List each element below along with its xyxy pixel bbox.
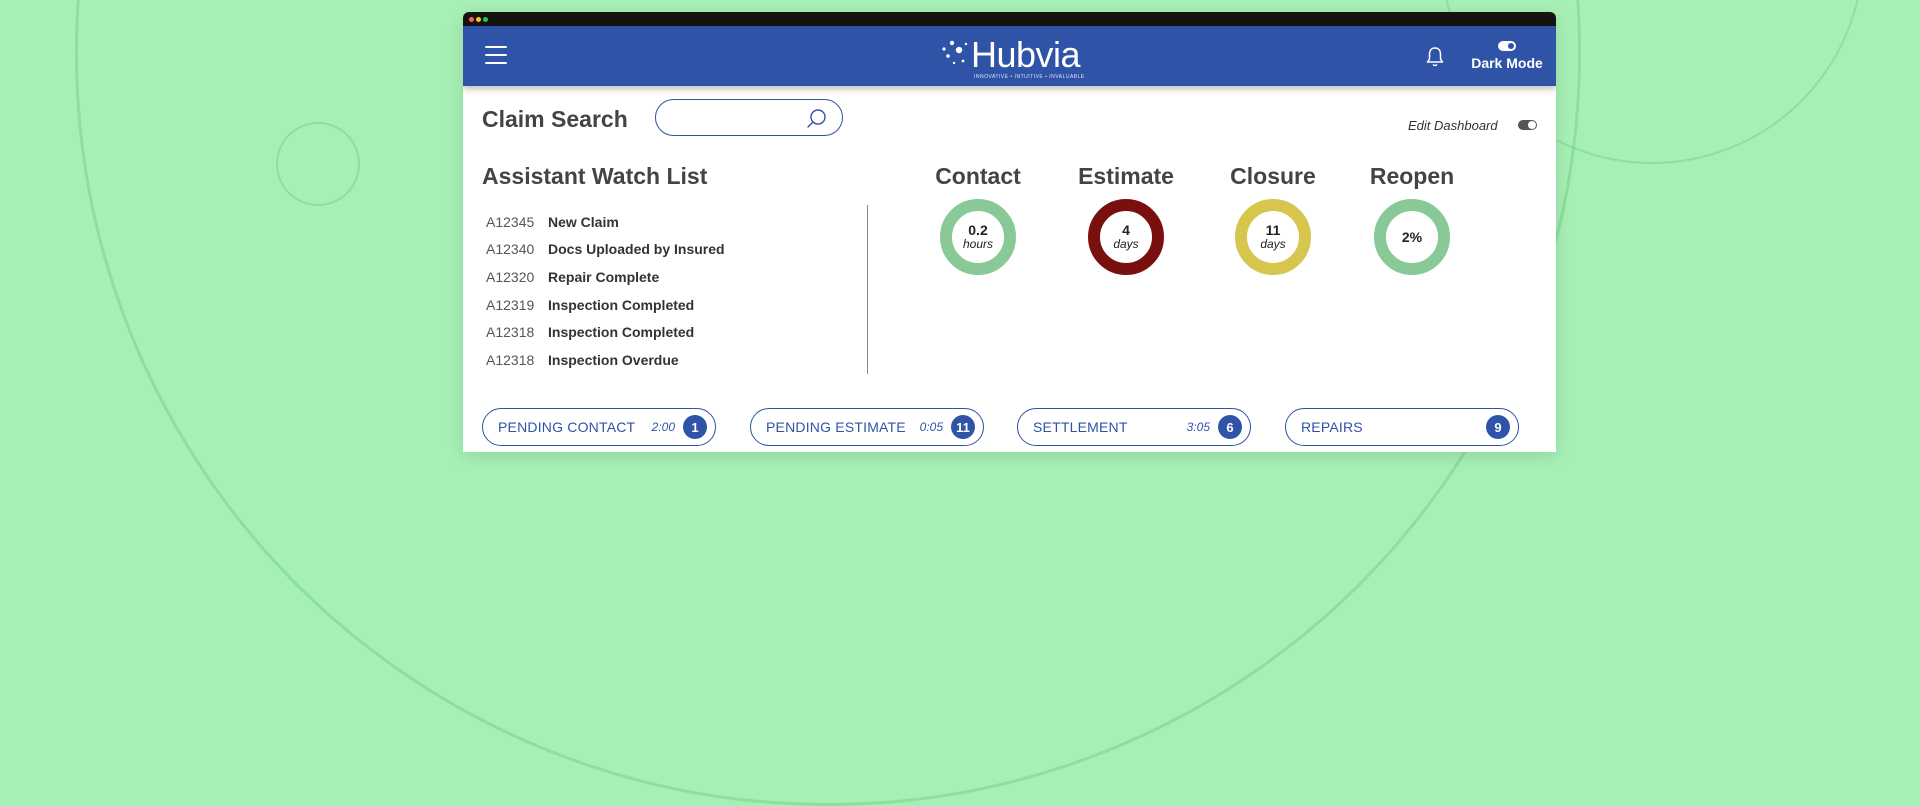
logo-tagline: INNOVATIVE • INTUITIVE • INVALUABLE <box>974 74 1085 80</box>
watch-list-item[interactable]: A12319 Inspection Completed <box>486 291 786 319</box>
watch-list: A12345 New Claim A12340 Docs Uploaded by… <box>486 208 786 374</box>
queue-label: SETTLEMENT <box>1033 419 1128 435</box>
dark-mode-toggle[interactable]: Dark Mode <box>1467 41 1547 71</box>
queue-count-badge: 6 <box>1218 415 1242 439</box>
metric-title: Reopen <box>1369 163 1455 189</box>
app-window: Hubvia INNOVATIVE • INTUITIVE • INVALUAB… <box>463 12 1556 452</box>
claim-status: Docs Uploaded by Insured <box>548 241 725 258</box>
metric-unit: days <box>1260 237 1286 252</box>
queue-time: 0:05 <box>919 420 943 434</box>
metric-closure: Closure 11 days <box>1208 163 1338 275</box>
claim-status: Inspection Completed <box>548 324 695 341</box>
hamburger-icon[interactable] <box>485 46 507 64</box>
claim-search-title: Claim Search <box>482 106 628 132</box>
watch-list-item[interactable]: A12320 Repair Complete <box>486 263 786 291</box>
metric-ring[interactable]: 4 days <box>1088 199 1164 275</box>
queue-pending-estimate[interactable]: PENDING ESTIMATE 0:05 11 <box>750 408 984 446</box>
metric-reopen: Reopen 2% <box>1347 163 1477 275</box>
edit-dashboard-label: Edit Dashboard <box>1408 118 1498 133</box>
watch-list-title: Assistant Watch List <box>482 163 708 189</box>
logo-wordmark: Hubvia <box>971 34 1081 75</box>
claim-status: Inspection Overdue <box>548 351 679 368</box>
background-circle <box>276 122 360 206</box>
claim-id: A12320 <box>486 268 535 285</box>
metric-title: Estimate <box>1078 163 1174 189</box>
metric-value: 0.2 <box>968 222 988 239</box>
queue-time: 2:00 <box>651 420 675 434</box>
dark-mode-switch[interactable] <box>1498 41 1516 51</box>
queue-count-badge: 9 <box>1486 415 1510 439</box>
edit-dashboard-toggle[interactable] <box>1518 120 1537 130</box>
metric-ring[interactable]: 0.2 hours <box>940 199 1016 275</box>
watch-list-item[interactable]: A12318 Inspection Overdue <box>486 346 786 374</box>
window-titlebar <box>463 12 1556 26</box>
close-window-dot[interactable] <box>469 17 474 22</box>
watch-list-item[interactable]: A12345 New Claim <box>486 208 786 236</box>
queue-time: 3:05 <box>1186 420 1210 434</box>
claim-search-input[interactable] <box>655 99 843 136</box>
claim-id: A12318 <box>486 351 535 368</box>
metric-title: Contact <box>935 163 1021 189</box>
claim-status: Repair Complete <box>548 268 660 285</box>
queue-settlement[interactable]: SETTLEMENT 3:05 6 <box>1017 408 1251 446</box>
claim-id: A12345 <box>486 213 535 230</box>
queue-label: PENDING ESTIMATE <box>766 419 906 435</box>
app-header: Hubvia INNOVATIVE • INTUITIVE • INVALUAB… <box>463 26 1556 86</box>
watch-list-item[interactable]: A12340 Docs Uploaded by Insured <box>486 236 786 264</box>
claim-status: Inspection Completed <box>548 296 695 313</box>
metric-value: 2% <box>1401 228 1423 245</box>
metric-unit: hours <box>962 237 994 252</box>
hubvia-logo: Hubvia INNOVATIVE • INTUITIVE • INVALUAB… <box>939 33 1089 83</box>
queue-label: PENDING CONTACT <box>498 419 636 435</box>
metric-unit: days <box>1113 237 1139 252</box>
bell-icon[interactable] <box>1425 46 1445 68</box>
queue-repairs[interactable]: REPAIRS 9 <box>1285 408 1519 446</box>
queue-label: REPAIRS <box>1301 419 1363 435</box>
search-icon[interactable] <box>806 108 828 130</box>
claim-id: A12318 <box>486 324 535 341</box>
queue-count-badge: 11 <box>951 415 975 439</box>
claim-status: New Claim <box>548 213 619 230</box>
metric-contact: Contact 0.2 hours <box>913 163 1043 275</box>
section-divider <box>867 205 868 374</box>
dark-mode-label: Dark Mode <box>1471 55 1543 71</box>
metric-title: Closure <box>1230 163 1316 189</box>
metric-ring[interactable]: 2% <box>1374 199 1450 275</box>
queue-count-badge: 1 <box>683 415 707 439</box>
metric-value: 11 <box>1265 222 1281 239</box>
metric-value: 4 <box>1122 222 1130 239</box>
maximize-window-dot[interactable] <box>483 17 488 22</box>
metric-ring[interactable]: 11 days <box>1235 199 1311 275</box>
logo-dots-icon <box>942 40 968 65</box>
claim-id: A12340 <box>486 241 535 258</box>
watch-list-item[interactable]: A12318 Inspection Completed <box>486 318 786 346</box>
metric-estimate: Estimate 4 days <box>1061 163 1191 275</box>
claim-id: A12319 <box>486 296 535 313</box>
queue-pending-contact[interactable]: PENDING CONTACT 2:00 1 <box>482 408 716 446</box>
minimize-window-dot[interactable] <box>476 17 481 22</box>
